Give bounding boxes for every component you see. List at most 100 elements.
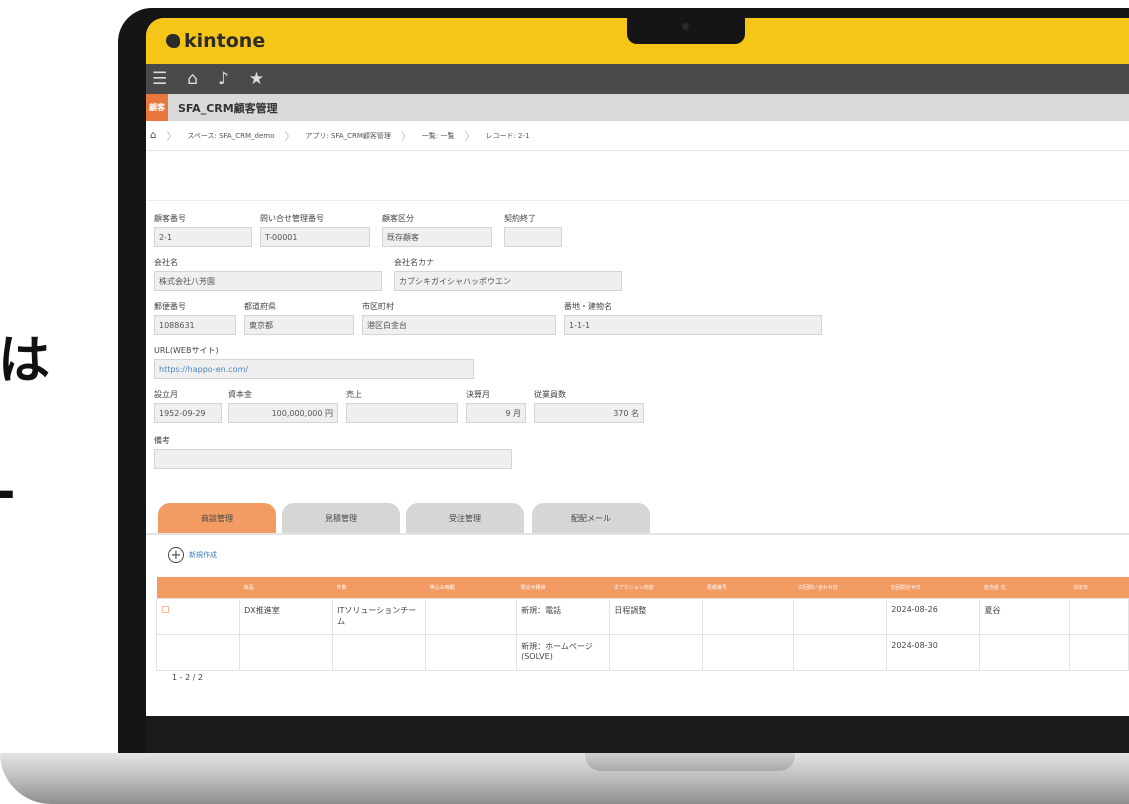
tab-mail[interactable]: 配配メール xyxy=(532,503,650,533)
field-postal-code[interactable]: 1088631 xyxy=(154,315,236,335)
headline-fragment-1: は xyxy=(0,331,51,391)
column-header: 見積番号 xyxy=(702,577,794,598)
table-cell: 新規：電話 xyxy=(516,597,611,635)
label-fiscal-month: 決算月 xyxy=(466,390,490,399)
table-cell: 2024-08-26 xyxy=(886,597,981,635)
label-company-kana: 会社名カナ xyxy=(394,258,434,267)
headline-fragment-2: - xyxy=(0,462,16,522)
laptop-base-groove xyxy=(585,753,795,771)
breadcrumb: ⌂ 〉 スペース: SFA_CRM_demo 〉 アプリ: SFA_CRM顧客管… xyxy=(146,121,1129,151)
breadcrumb-space[interactable]: スペース: SFA_CRM_demo xyxy=(187,131,274,141)
breadcrumb-app[interactable]: アプリ: SFA_CRM顧客管理 xyxy=(305,131,391,141)
table-cell xyxy=(425,633,518,671)
menu-icon[interactable]: ☰ xyxy=(152,69,167,89)
field-founded[interactable]: 1952-09-29 xyxy=(154,403,222,423)
global-nav: ☰ ⌂ ♪ ★ xyxy=(146,64,1129,94)
laptop-screen: kintone ☰ ⌂ ♪ ★ 顧客 SFA_CRM顧客管理 ⌂ 〉 スペース:… xyxy=(146,18,1129,716)
table-row[interactable]: ▢ DX推進室 ITソリューションチーム 新規：電話 日程調整 2024-08-… xyxy=(155,597,1129,635)
column-header: 件数 xyxy=(332,577,426,598)
kintone-logo[interactable]: kintone xyxy=(166,30,265,52)
breadcrumb-separator: 〉 xyxy=(284,129,296,143)
field-sales[interactable] xyxy=(346,403,458,423)
label-capital: 資本金 xyxy=(228,390,252,399)
label-city: 市区町村 xyxy=(362,302,394,311)
field-capital[interactable]: 100,000,000 円 xyxy=(228,403,338,423)
breadcrumb-separator: 〉 xyxy=(464,129,476,143)
row-edit-cell[interactable]: ▢ xyxy=(155,597,241,635)
field-company-kana[interactable]: カブシキガイシャハッポウエン xyxy=(394,271,622,291)
label-customer-type: 顧客区分 xyxy=(382,214,414,223)
tab-estimate[interactable]: 見積管理 xyxy=(282,503,400,533)
add-record-button[interactable]: + 新規作成 xyxy=(168,547,217,563)
laptop-base xyxy=(0,753,1129,804)
field-company-name[interactable]: 株式会社八芳園 xyxy=(154,271,382,291)
breadcrumb-separator: 〉 xyxy=(166,129,178,143)
field-customer-type[interactable]: 既存顧客 xyxy=(382,227,492,247)
label-customer-number: 顧客番号 xyxy=(154,214,186,223)
pagination-info: 1 - 2 / 2 xyxy=(172,673,204,682)
document-icon[interactable]: ▢ xyxy=(161,605,170,615)
app-title[interactable]: SFA_CRM顧客管理 xyxy=(178,100,278,116)
tab-divider xyxy=(146,533,1129,535)
label-website: URL(WEBサイト) xyxy=(154,346,219,355)
table-cell xyxy=(793,597,888,635)
table-cell: 夏谷 xyxy=(979,597,1070,635)
add-record-label: 新規作成 xyxy=(189,551,217,559)
table-cell xyxy=(1068,633,1129,671)
breadcrumb-home-icon[interactable]: ⌂ xyxy=(150,130,156,141)
table-row[interactable]: 新規：ホームページ(SOLVE) 2024-08-30 xyxy=(155,633,1129,671)
column-header: 決定日 xyxy=(1069,577,1129,598)
record-form: 顧客番号 問い合せ管理番号 顧客区分 契約終了 2-1 T-00001 既存顧客… xyxy=(146,201,1129,711)
field-address[interactable]: 1-1-1 xyxy=(564,315,822,335)
label-inquiry-number: 問い合せ管理番号 xyxy=(260,214,324,223)
column-header xyxy=(156,577,240,598)
bell-icon[interactable]: ♪ xyxy=(218,69,229,89)
column-header: 商品 xyxy=(239,577,333,598)
table-cell xyxy=(702,633,795,671)
tab-negotiation[interactable]: 商談管理 xyxy=(158,503,276,533)
field-prefecture[interactable]: 東京都 xyxy=(244,315,354,335)
label-postal-code: 郵便番号 xyxy=(154,302,186,311)
column-header: 次回問い合わせ日 xyxy=(793,577,887,598)
field-inquiry-number[interactable]: T-00001 xyxy=(260,227,370,247)
table-cell xyxy=(979,633,1070,671)
breadcrumb-separator: 〉 xyxy=(400,129,412,143)
table-cell: 2024-08-30 xyxy=(886,633,981,671)
table-cell xyxy=(332,633,427,671)
related-records-table: 商品 件数 申込み時期 問合せ経緯 次アクション内容 見積番号 次回問い合わせ日… xyxy=(155,577,1129,671)
table-cell xyxy=(155,633,241,671)
breadcrumb-record: レコード: 2-1 xyxy=(485,131,530,140)
table-cell: 日程調整 xyxy=(609,597,704,635)
label-address: 番地・建物名 xyxy=(564,302,612,311)
label-contract-end: 契約終了 xyxy=(504,214,536,223)
table-cell xyxy=(609,633,704,671)
breadcrumb-view[interactable]: 一覧: 一覧 xyxy=(422,131,455,141)
field-notes[interactable] xyxy=(154,449,512,469)
column-header: 次アクション内容 xyxy=(609,577,703,598)
plus-circle-icon: + xyxy=(168,547,184,563)
tab-orders[interactable]: 受注管理 xyxy=(406,503,524,533)
field-website-url[interactable]: https://happo-en.com/ xyxy=(154,359,474,379)
field-employees[interactable]: 370 名 xyxy=(534,403,644,423)
kintone-logo-icon xyxy=(166,34,180,48)
label-employees: 従業員数 xyxy=(534,390,566,399)
label-sales: 売上 xyxy=(346,390,362,399)
star-icon[interactable]: ★ xyxy=(249,69,264,89)
column-header: 申込み時期 xyxy=(425,577,517,598)
label-notes: 備考 xyxy=(154,436,170,445)
field-fiscal-month[interactable]: 9 月 xyxy=(466,403,526,423)
home-icon[interactable]: ⌂ xyxy=(187,69,198,89)
kintone-logo-text: kintone xyxy=(184,30,266,52)
table-cell xyxy=(239,633,334,671)
table-cell xyxy=(1068,597,1129,635)
table-cell: 新規：ホームページ(SOLVE) xyxy=(516,633,611,671)
column-header: 担当者 氏 xyxy=(979,577,1070,598)
column-header: 初回問合せ日 xyxy=(886,577,980,598)
field-city[interactable]: 港区白金台 xyxy=(362,315,556,335)
table-cell xyxy=(793,633,888,671)
field-contract-end[interactable] xyxy=(504,227,562,247)
table-cell xyxy=(702,597,795,635)
label-prefecture: 都道府県 xyxy=(244,302,276,311)
app-header: 顧客 SFA_CRM顧客管理 xyxy=(146,94,1129,121)
field-customer-number[interactable]: 2-1 xyxy=(154,227,252,247)
